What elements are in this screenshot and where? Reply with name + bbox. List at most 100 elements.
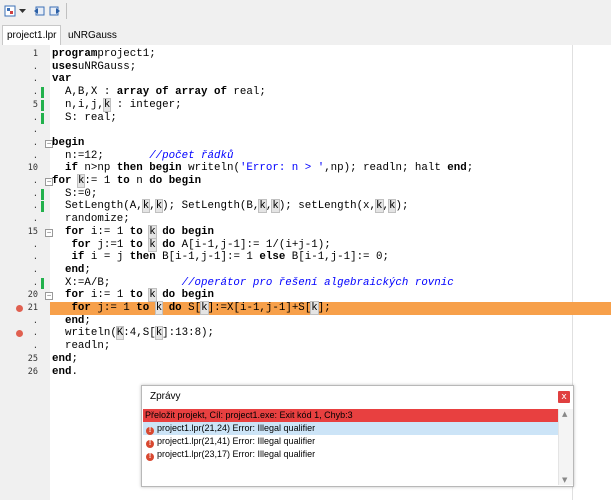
code-token: :4,S[ (123, 327, 156, 340)
code-line[interactable]: . A,B,X : array of array of real; (0, 86, 611, 99)
code-text: var (52, 73, 71, 86)
code-text: for i:= 1 to k do begin (52, 288, 215, 303)
keyword: array of array of (116, 86, 227, 99)
code-line[interactable]: . end; (0, 264, 611, 277)
code-token: ]; (317, 302, 331, 314)
dropdown-arrow-icon[interactable] (18, 3, 26, 19)
scroll-up-icon[interactable]: ▲ (562, 410, 567, 418)
code-line[interactable]: . − begin (0, 137, 611, 150)
messages-scrollbar[interactable]: ▲ ▼ (558, 409, 573, 485)
code-text: for j:= 1 to k do S[k]:=X[i-1,j-1]+S[k]; (52, 301, 331, 315)
code-token: B[i-1,j-1]:= 1 (155, 251, 260, 264)
list-item[interactable]: ! project1.lpr(21,41) Error: Illegal qual… (143, 435, 558, 448)
code-token: ,np); readln; halt (324, 162, 448, 175)
error-icon: ! (146, 427, 154, 435)
code-token: A,B,X : (52, 86, 117, 99)
modified-marker (41, 277, 44, 289)
code-text: X:=A/B; //operátor pro řešení algebraick… (52, 277, 454, 290)
code-token: ; (84, 263, 91, 276)
code-text: end; (52, 315, 91, 328)
keyword: to (129, 289, 143, 302)
keyword: then (129, 251, 156, 264)
toolbar-separator (66, 3, 67, 19)
code-token: ; (84, 314, 91, 327)
code-line[interactable]: . usesuNRGauss; (0, 61, 611, 74)
code-line[interactable]: . n:=12; //počet řádků (0, 150, 611, 163)
forward-icon[interactable] (48, 3, 62, 19)
code-line[interactable]: . S:=0; (0, 188, 611, 201)
keyword: program (52, 48, 98, 60)
code-token: randomize; (52, 213, 130, 226)
code-line[interactable]: . − for k:= 1 to n do begin (0, 174, 611, 188)
modified-marker (41, 188, 44, 200)
code-line[interactable]: . readln; (0, 340, 611, 353)
code-text: A,B,X : array of array of real; (52, 86, 266, 99)
line-number: . (32, 341, 38, 352)
code-line[interactable]: . randomize; (0, 213, 611, 226)
back-icon[interactable] (32, 3, 46, 19)
code-text: randomize; (52, 213, 130, 226)
build-summary[interactable]: Přeložit projekt, Cíl: project1.exe: Exi… (143, 409, 560, 422)
code-token: ; (466, 162, 474, 175)
line-number: . (32, 137, 38, 148)
code-token: n>np (77, 162, 117, 175)
editor-tabs: project1.lpr uNRGauss (0, 24, 611, 47)
code-line[interactable]: 21 for j:= 1 to k do S[k]:=X[i-1,j-1]+S[… (16, 301, 611, 315)
line-number: . (32, 61, 38, 72)
code-line[interactable]: 5 n,i,j,k : integer; (0, 97, 611, 112)
code-text: if n>np then begin writeln('Error: n > '… (52, 162, 473, 175)
code-line[interactable]: 20− for i:= 1 to k do begin (0, 288, 611, 303)
code-line[interactable]: . var (0, 73, 611, 86)
line-number: 25 (27, 353, 38, 364)
scroll-down-icon[interactable]: ▼ (562, 476, 567, 484)
code-line[interactable]: 25 end; (0, 353, 611, 366)
code-token: . (71, 365, 78, 378)
code-token: i:= 1 (84, 289, 130, 302)
keyword: do (168, 302, 182, 314)
keyword: do begin (162, 225, 215, 238)
close-icon[interactable]: x (558, 391, 570, 403)
component-icon[interactable] (3, 3, 17, 19)
code-token: := 1 (84, 175, 117, 187)
code-token: A[i-1,j-1]:= 1/(i+j-1); (175, 238, 331, 251)
code-token: n (129, 175, 150, 187)
keyword: to (129, 238, 143, 251)
code-line[interactable]: . writeln(K:4,S[k]:13:8); (0, 326, 611, 341)
code-line[interactable]: . (0, 124, 611, 137)
code-line[interactable]: 26 end. (0, 366, 611, 379)
messages-titlebar[interactable]: Zprávy x (142, 386, 573, 408)
tab-unrgauss[interactable]: uNRGauss (64, 26, 121, 45)
code-line[interactable]: . X:=A/B; //operátor pro řešení algebrai… (0, 277, 611, 290)
keyword: do begin (162, 289, 215, 302)
code-line[interactable]: 15− for i:= 1 to k do begin (0, 224, 611, 239)
list-item[interactable]: ! project1.lpr(23,17) Error: Illegal qual… (143, 448, 558, 461)
code-text: for i:= 1 to k do begin (52, 224, 215, 239)
code-line[interactable]: . for j:=1 to k do A[i-1,j-1]:= 1/(i+j-1… (0, 237, 611, 252)
modified-marker (41, 99, 44, 111)
list-item[interactable]: ! project1.lpr(21,24) Error: Illegal qual… (143, 422, 558, 435)
code-token: ]:=X[i-1,j-1]+S[ (207, 302, 312, 314)
code-line[interactable]: . SetLength(A,k,k); SetLength(B,k,k); se… (0, 199, 611, 214)
code-text: writeln(K:4,S[k]:13:8); (52, 326, 214, 341)
error-marker-icon[interactable] (16, 305, 23, 312)
error-icon: ! (146, 453, 154, 461)
code-line[interactable]: . end; (0, 315, 611, 328)
code-token: i:= 1 (84, 225, 130, 238)
line-number: 15 (27, 226, 38, 237)
line-number: . (32, 112, 38, 123)
code-token: j:= 1 (90, 302, 137, 314)
code-text: for j:=1 to k do A[i-1,j-1]:= 1/(i+j-1); (52, 237, 331, 252)
code-line[interactable]: 10 if n>np then begin writeln('Error: n … (0, 162, 611, 175)
code-line[interactable]: 1 programproject1; (0, 48, 611, 61)
code-line[interactable]: . S: real; (0, 112, 611, 125)
line-number: 5 (32, 99, 38, 110)
modified-marker (41, 87, 44, 99)
tab-project1[interactable]: project1.lpr (2, 25, 62, 47)
code-line[interactable]: . if i = j then B[i-1,j-1]:= 1 else B[i-… (0, 251, 611, 264)
code-token: i = j (84, 251, 130, 264)
code-token: readln; (52, 340, 111, 353)
code-token: n:=12; (52, 149, 150, 162)
